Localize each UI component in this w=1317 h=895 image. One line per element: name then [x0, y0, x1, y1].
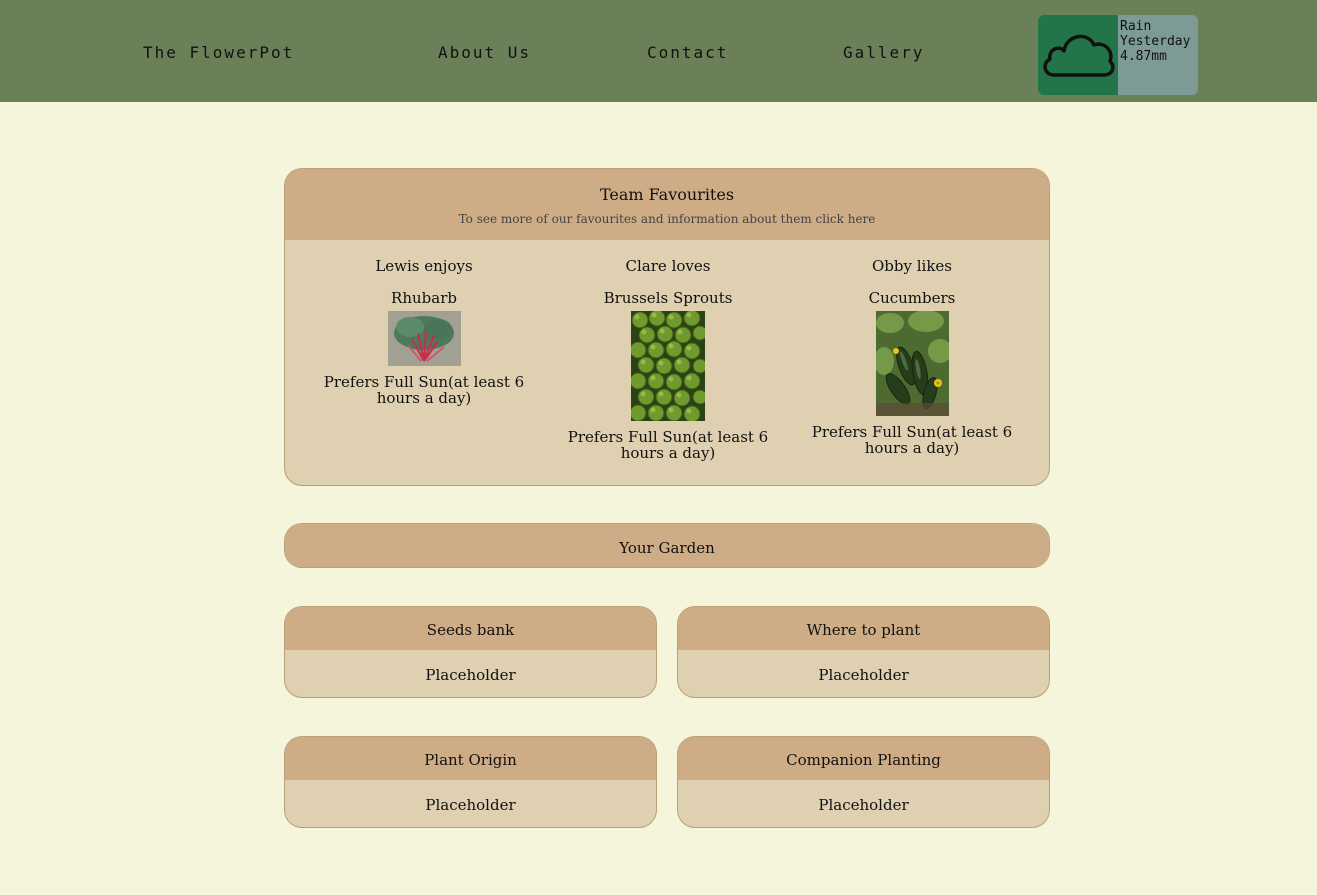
rhubarb-image: [387, 311, 461, 366]
brand-link[interactable]: The FlowerPot: [143, 43, 294, 62]
weather-icon-box: [1038, 15, 1118, 95]
team-favourites-card: Team Favourites To see more of our favou…: [284, 168, 1050, 486]
weather-widget: Rain Yesterday 4.87mm: [1038, 15, 1198, 95]
favourite-plant: Cucumbers: [868, 289, 956, 307]
your-garden-banner: Your Garden: [284, 523, 1050, 568]
plant-origin-body: Placeholder: [425, 796, 516, 814]
where-to-plant-card[interactable]: Where to plant Placeholder: [677, 606, 1050, 698]
seeds-bank-title: Seeds bank: [285, 607, 656, 650]
nav-contact[interactable]: Contact: [647, 43, 728, 62]
nav-gallery[interactable]: Gallery: [843, 43, 924, 62]
favourites-more-link[interactable]: To see more of our favourites and inform…: [285, 212, 1049, 226]
weather-period: Yesterday: [1120, 34, 1191, 49]
favourite-person: Clare loves: [625, 257, 711, 275]
companion-planting-title: Companion Planting: [678, 737, 1049, 780]
your-garden-title: Your Garden: [285, 524, 1049, 567]
team-favourites-header: Team Favourites To see more of our favou…: [285, 169, 1049, 240]
plant-origin-card[interactable]: Plant Origin Placeholder: [284, 736, 657, 828]
favourite-item-lewis: Lewis enjoys Rhubarb Prefers Full Sun(at…: [302, 240, 546, 461]
weather-amount: 4.87mm: [1120, 49, 1167, 64]
favourite-sun-requirement: Prefers Full Sun(at least 6 hours a day): [567, 428, 769, 462]
top-nav: The FlowerPot About Us Contact Gallery R…: [0, 0, 1317, 102]
brussels-sprouts-image: [631, 311, 705, 421]
favourite-person: Lewis enjoys: [375, 257, 473, 275]
favourite-sun-requirement: Prefers Full Sun(at least 6 hours a day): [811, 423, 1013, 457]
companion-planting-body: Placeholder: [818, 796, 909, 814]
favourite-plant: Rhubarb: [391, 289, 457, 307]
nav-about-us[interactable]: About Us: [438, 43, 531, 62]
companion-planting-card[interactable]: Companion Planting Placeholder: [677, 736, 1050, 828]
favourite-sun-requirement: Prefers Full Sun(at least 6 hours a day): [323, 373, 525, 407]
favourite-person: Obby likes: [871, 257, 952, 275]
team-favourites-title: Team Favourites: [599, 185, 735, 204]
seeds-bank-body: Placeholder: [425, 666, 516, 684]
favourites-columns: Lewis enjoys Rhubarb Prefers Full Sun(at…: [285, 240, 1049, 461]
cloud-icon: [1043, 34, 1115, 77]
favourite-item-clare: Clare loves Brussels Sprouts Prefers Ful…: [546, 240, 790, 461]
weather-condition: Rain: [1120, 19, 1152, 34]
weather-readout: Rain Yesterday 4.87mm: [1118, 15, 1198, 95]
plant-origin-title: Plant Origin: [285, 737, 656, 780]
where-to-plant-title: Where to plant: [678, 607, 1049, 650]
cucumbers-image: [875, 311, 949, 416]
favourite-plant: Brussels Sprouts: [603, 289, 733, 307]
seeds-bank-card[interactable]: Seeds bank Placeholder: [284, 606, 657, 698]
favourite-item-obby: Obby likes Cucumbers Prefers Full Sun(at…: [790, 240, 1034, 461]
where-to-plant-body: Placeholder: [818, 666, 909, 684]
